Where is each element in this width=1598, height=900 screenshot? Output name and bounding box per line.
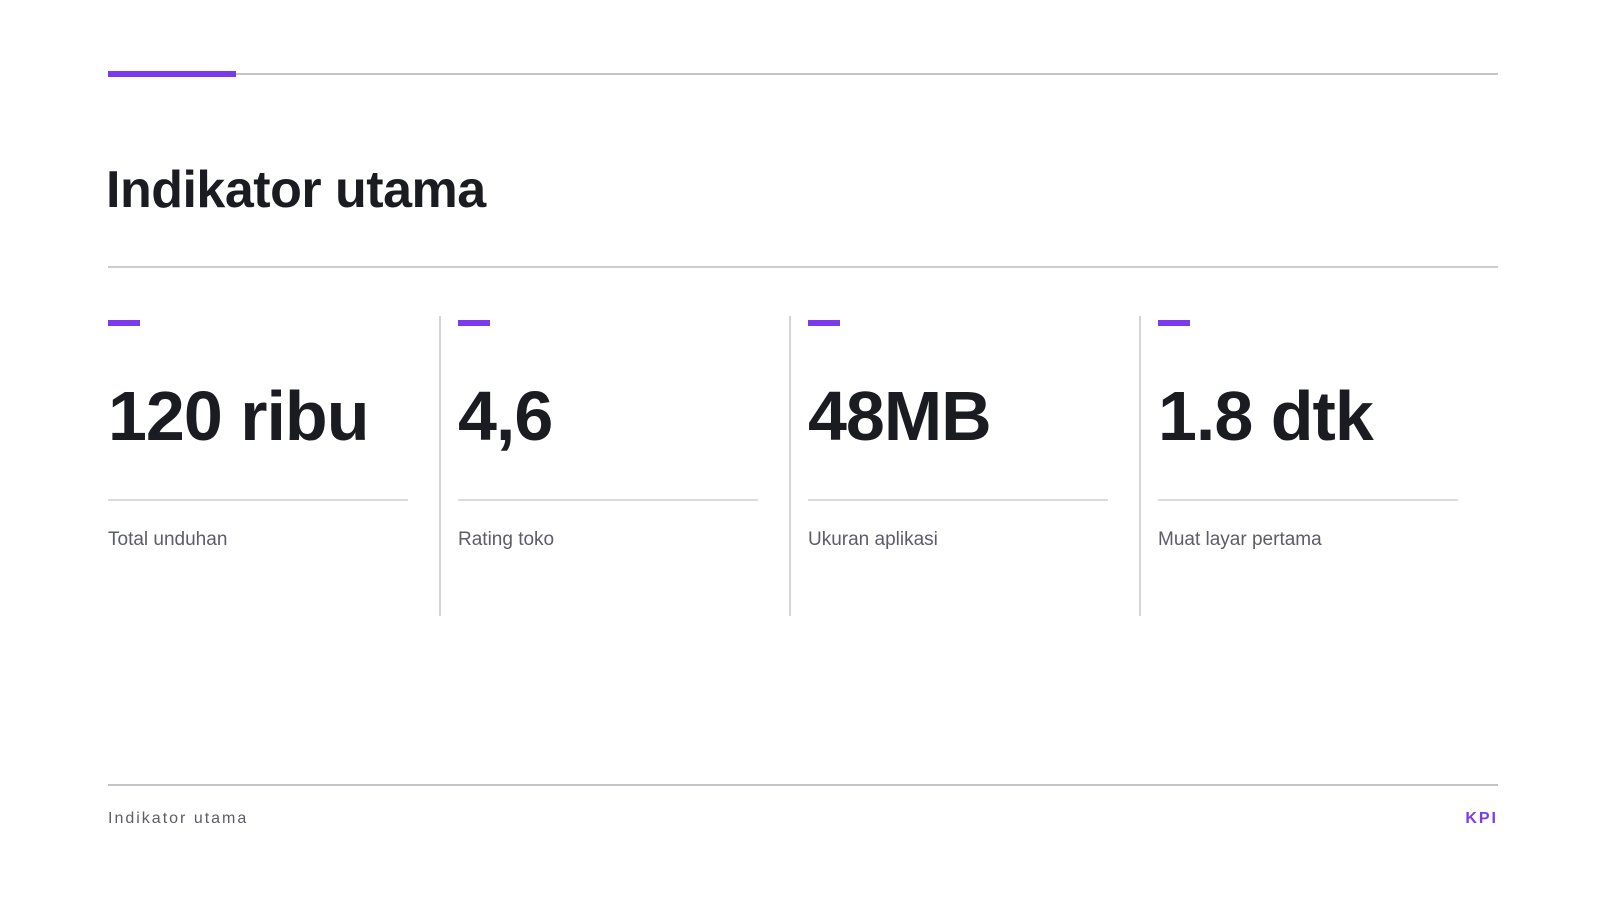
kpi-column-divider (1139, 316, 1141, 616)
kpi-label: Rating toko (458, 529, 555, 550)
kpi-card-first-load: 1.8 dtk Muat layar pertama (1158, 316, 1458, 616)
kpi-divider-line (808, 499, 1108, 501)
kpi-label: Ukuran aplikasi (808, 529, 938, 550)
kpi-accent-bar (808, 320, 840, 326)
kpi-accent-bar (108, 320, 140, 326)
kpi-value: 48MB (808, 377, 992, 455)
top-rule (108, 73, 1498, 75)
top-accent-bar (108, 71, 236, 77)
kpi-accent-bar (458, 320, 490, 326)
kpi-card-rating: 4,6 Rating toko (458, 316, 758, 616)
title-divider (108, 266, 1498, 268)
footer-section-label: Indikator utama (108, 810, 249, 827)
kpi-accent-bar (1158, 320, 1190, 326)
kpi-row: 120 ribu Total unduhan 4,6 Rating toko 4… (108, 316, 1498, 616)
kpi-column-divider (789, 316, 791, 616)
kpi-divider-line (1158, 499, 1458, 501)
kpi-card-downloads: 120 ribu Total unduhan (108, 316, 408, 616)
footer-tag: KPI (1465, 810, 1498, 827)
kpi-card-app-size: 48MB Ukuran aplikasi (808, 316, 1108, 616)
kpi-column-divider (439, 316, 441, 616)
slide-title: Indikator utama (106, 161, 486, 219)
kpi-value: 120 ribu (108, 377, 369, 455)
slide: Indikator utama 120 ribu Total unduhan 4… (0, 0, 1598, 900)
kpi-divider-line (108, 499, 408, 501)
kpi-label: Total unduhan (108, 529, 228, 550)
kpi-value: 4,6 (458, 377, 553, 455)
kpi-label: Muat layar pertama (1158, 529, 1322, 550)
kpi-value: 1.8 dtk (1158, 377, 1374, 455)
kpi-divider-line (458, 499, 758, 501)
footer-rule (108, 784, 1498, 786)
